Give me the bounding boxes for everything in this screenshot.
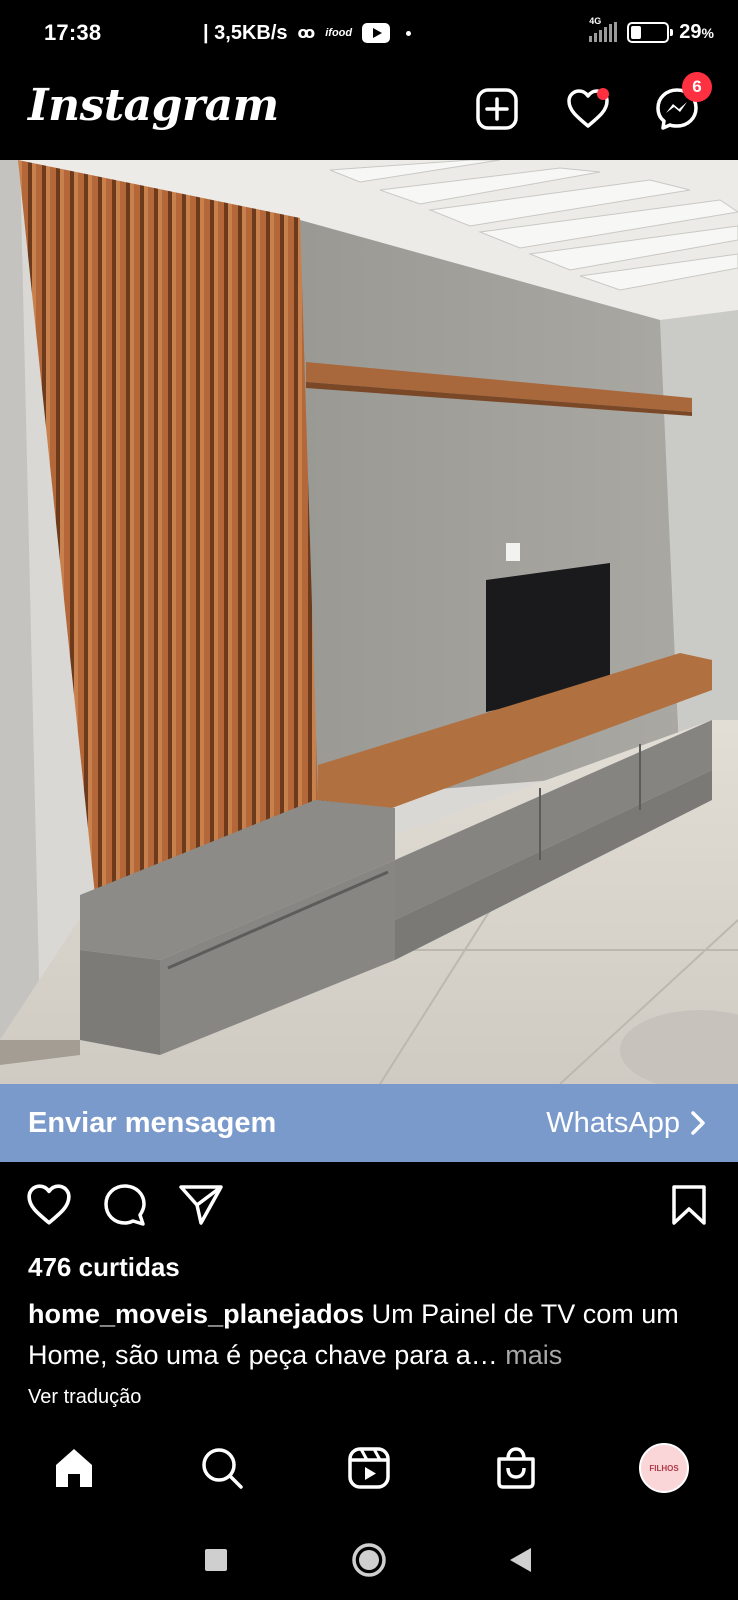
nav-profile[interactable]: FILHOS bbox=[636, 1440, 692, 1496]
cta-label: Enviar mensagem bbox=[28, 1106, 277, 1139]
likes-count[interactable]: 476 curtidas bbox=[28, 1252, 180, 1283]
nav-home[interactable] bbox=[46, 1440, 102, 1496]
activity-dot bbox=[597, 88, 609, 100]
status-time: 17:38 bbox=[44, 20, 102, 45]
home-system-button[interactable] bbox=[345, 1536, 393, 1584]
instagram-logo: Instagram bbox=[28, 80, 279, 131]
signal-icon: 4G bbox=[589, 16, 618, 42]
battery-percent: 29% bbox=[679, 20, 714, 43]
messenger-button[interactable]: 6 bbox=[654, 72, 712, 132]
caption-more[interactable]: mais bbox=[505, 1340, 562, 1370]
post-actions bbox=[0, 1180, 738, 1240]
reels-icon bbox=[348, 1447, 390, 1489]
activity-button[interactable] bbox=[565, 86, 611, 132]
battery-fill bbox=[631, 25, 641, 39]
youtube-icon bbox=[362, 23, 391, 43]
square-icon bbox=[205, 1549, 227, 1571]
avatar: FILHOS bbox=[639, 1443, 689, 1493]
share-icon bbox=[179, 1185, 223, 1225]
nav-shop[interactable] bbox=[488, 1440, 544, 1496]
save-button[interactable] bbox=[664, 1180, 714, 1230]
like-icon bbox=[27, 1184, 71, 1225]
nav-search[interactable] bbox=[194, 1440, 250, 1496]
app-header: Instagram 6 bbox=[0, 68, 738, 160]
tv-panel-photo bbox=[0, 160, 738, 1084]
shop-icon bbox=[497, 1447, 535, 1489]
back-icon bbox=[510, 1548, 531, 1572]
cta-action-label: WhatsApp bbox=[546, 1106, 680, 1139]
chevron-right-icon bbox=[691, 1111, 705, 1135]
circle-icon bbox=[352, 1543, 386, 1577]
status-bar: 17:38 | 3,5KB/s ꝏ ifood 4G 29% bbox=[0, 0, 738, 68]
save-icon bbox=[672, 1185, 706, 1225]
status-system-icons: 4G 29% bbox=[589, 16, 714, 46]
comment-icon bbox=[104, 1184, 146, 1226]
bottom-nav: FILHOS bbox=[0, 1432, 738, 1504]
more-notifications-dot bbox=[406, 30, 412, 36]
system-nav bbox=[0, 1520, 738, 1600]
see-translation-link[interactable]: Ver tradução bbox=[28, 1386, 141, 1409]
caption-username[interactable]: home_moveis_planejados bbox=[28, 1299, 364, 1329]
recents-button[interactable] bbox=[192, 1536, 240, 1584]
voicemail-icon: ꝏ bbox=[297, 25, 316, 42]
network-type: 4G bbox=[589, 16, 602, 26]
speed-text: | 3,5KB/s bbox=[203, 21, 288, 44]
whatsapp-link[interactable]: WhatsApp bbox=[546, 1107, 706, 1140]
home-icon bbox=[56, 1449, 92, 1487]
battery-icon bbox=[627, 21, 674, 43]
nav-reels[interactable] bbox=[341, 1440, 397, 1496]
ifood-icon: ifood bbox=[325, 27, 353, 39]
send-message-cta[interactable]: Enviar mensagem WhatsApp bbox=[0, 1084, 738, 1162]
search-icon bbox=[202, 1448, 243, 1489]
share-button[interactable] bbox=[176, 1180, 226, 1230]
messages-badge: 6 bbox=[682, 72, 712, 102]
new-post-icon bbox=[476, 88, 518, 130]
status-notification-icons: | 3,5KB/s ꝏ ifood bbox=[203, 20, 412, 46]
post-image[interactable] bbox=[0, 160, 738, 1084]
like-button[interactable] bbox=[24, 1180, 74, 1230]
back-button[interactable] bbox=[496, 1536, 544, 1584]
comment-button[interactable] bbox=[100, 1180, 150, 1230]
new-post-button[interactable] bbox=[474, 86, 520, 132]
post-caption: home_moveis_planejados Um Painel de TV c… bbox=[28, 1294, 718, 1376]
